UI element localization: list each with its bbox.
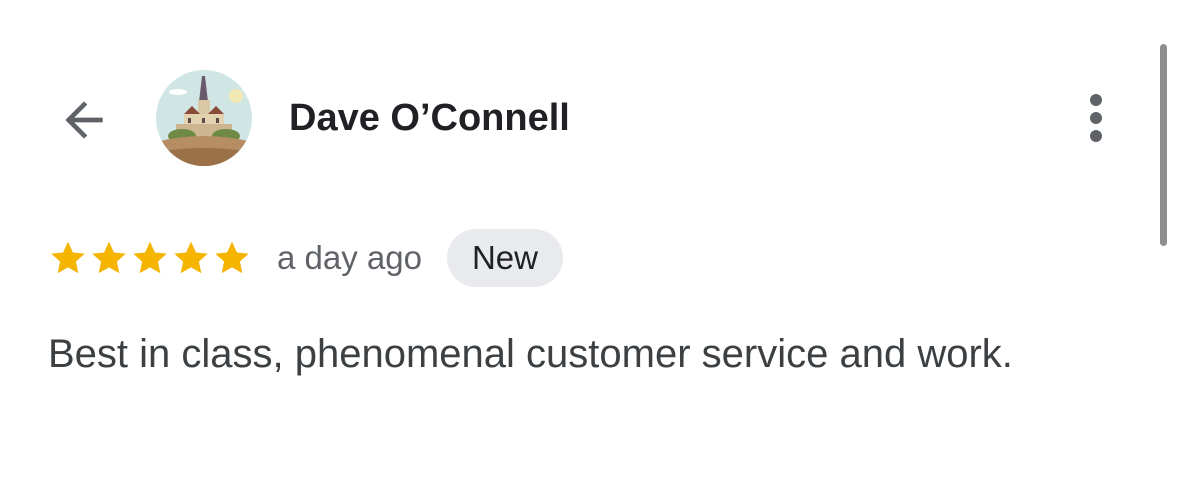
review-meta: a day ago New	[48, 228, 563, 288]
castle-avatar-image	[156, 70, 252, 166]
review-time: a day ago	[277, 239, 422, 276]
more-vertical-icon	[1090, 94, 1102, 142]
star-icon	[215, 241, 249, 274]
new-badge: New	[446, 229, 563, 287]
star-icon	[133, 241, 167, 274]
author-name[interactable]: Dave O’Connell	[289, 96, 570, 140]
star-icon	[51, 241, 85, 274]
star-rating	[48, 238, 253, 278]
star-icon	[174, 241, 208, 274]
star-icon	[92, 241, 126, 274]
review-text: Best in class, phenomenal customer servi…	[48, 332, 1013, 376]
more-options-button[interactable]	[1074, 88, 1118, 148]
avatar[interactable]	[156, 70, 252, 166]
arrow-left-icon	[65, 101, 103, 139]
back-button[interactable]	[52, 88, 116, 152]
scrollbar[interactable]	[1160, 44, 1167, 246]
